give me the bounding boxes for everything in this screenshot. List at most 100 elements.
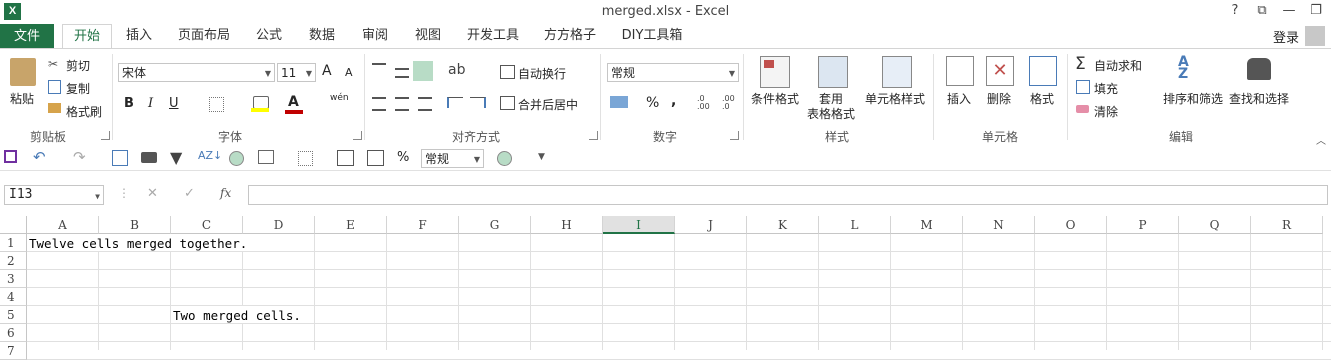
qa-format-icon[interactable] — [367, 150, 384, 166]
find-select-button[interactable]: 查找和选择 — [1226, 90, 1292, 107]
tab-developer[interactable]: 开发工具 — [460, 24, 526, 48]
filter-icon[interactable]: ▼ — [170, 148, 182, 167]
decrease-indent-icon[interactable] — [447, 97, 463, 108]
column-header-e[interactable]: E — [315, 216, 387, 234]
tab-diy-toolbox[interactable]: DIY工具箱 — [617, 24, 687, 48]
column-header-j[interactable]: J — [675, 216, 747, 234]
qa-fill-color-icon[interactable] — [258, 150, 274, 164]
insert-cells-button[interactable]: 插入 — [940, 90, 978, 107]
shrink-font-button[interactable]: A — [345, 66, 353, 79]
tab-data[interactable]: 数据 — [301, 24, 343, 48]
formula-input[interactable] — [248, 185, 1328, 205]
align-bottom-icon[interactable] — [413, 61, 433, 81]
undo-icon[interactable]: ↶ — [33, 148, 46, 166]
alignment-launcher-icon[interactable] — [589, 131, 598, 140]
qa-circle-icon[interactable] — [497, 151, 512, 166]
percent-button[interactable]: % — [646, 95, 659, 111]
row-header-2[interactable]: 2 — [0, 252, 27, 270]
tab-review[interactable]: 审阅 — [354, 24, 396, 48]
tab-home[interactable]: 开始 — [62, 24, 112, 50]
format-cells-button[interactable]: 格式 — [1023, 90, 1061, 107]
fill-button[interactable]: 填充 — [1094, 80, 1118, 97]
column-header-o[interactable]: O — [1035, 216, 1107, 234]
cell-a1-merged[interactable]: Twelve cells merged together. — [29, 235, 247, 253]
row-header-1[interactable]: 1 — [0, 234, 27, 252]
sort-filter-button[interactable]: 排序和筛选 — [1160, 90, 1226, 107]
tab-page-layout[interactable]: 页面布局 — [172, 24, 236, 48]
column-header-p[interactable]: P — [1107, 216, 1179, 234]
decrease-decimal-icon[interactable]: .00.0 — [722, 95, 735, 111]
phonetic-button[interactable]: wén — [330, 93, 349, 103]
row-header-3[interactable]: 3 — [0, 270, 27, 288]
format-painter-button[interactable]: 格式刷 — [66, 103, 102, 120]
column-header-h[interactable]: H — [531, 216, 603, 234]
help-button[interactable]: ? — [1225, 2, 1245, 20]
select-all-corner[interactable] — [0, 216, 27, 234]
tab-fangfang[interactable]: 方方格子 — [537, 24, 603, 48]
column-header-b[interactable]: B — [99, 216, 171, 234]
column-header-r[interactable]: R — [1251, 216, 1323, 234]
number-format-combo[interactable]: 常规 ▼ — [607, 63, 739, 82]
column-header-k[interactable]: K — [747, 216, 819, 234]
font-size-combo[interactable]: 11 ▼ — [277, 63, 316, 82]
increase-indent-icon[interactable] — [470, 97, 486, 108]
font-name-combo[interactable]: 宋体 ▼ — [118, 63, 275, 82]
accounting-format-icon[interactable] — [610, 96, 628, 108]
collapse-ribbon-icon[interactable]: ︿ — [1316, 132, 1326, 147]
autosum-button[interactable]: 自动求和 — [1094, 57, 1142, 74]
column-header-n[interactable]: N — [963, 216, 1035, 234]
customize-qat-icon[interactable]: ▼ — [538, 152, 545, 162]
row-header-6[interactable]: 6 — [0, 324, 27, 342]
qa-borders-icon[interactable] — [298, 151, 313, 166]
cell-styles-button[interactable]: 单元格样式 — [862, 90, 928, 107]
grow-font-button[interactable]: A — [322, 63, 332, 79]
sort-icon[interactable]: AZ↓ — [198, 149, 222, 162]
column-header-f[interactable]: F — [387, 216, 459, 234]
minimize-button[interactable]: — — [1279, 2, 1299, 20]
cancel-formula-button[interactable]: ✕ — [147, 186, 158, 201]
font-launcher-icon[interactable] — [353, 131, 362, 140]
column-header-c[interactable]: C — [171, 216, 243, 234]
align-middle-icon[interactable] — [395, 68, 409, 78]
insert-function-button[interactable]: fx — [220, 186, 231, 200]
restore-button[interactable]: ❐ — [1306, 2, 1326, 20]
borders-icon[interactable] — [209, 97, 224, 112]
circle-icon[interactable] — [229, 151, 244, 166]
qa-merge-icon[interactable] — [337, 150, 354, 166]
align-right-icon[interactable] — [418, 97, 432, 111]
tab-formulas[interactable]: 公式 — [248, 24, 290, 48]
column-header-l[interactable]: L — [819, 216, 891, 234]
paste-button[interactable]: 粘贴 — [10, 90, 34, 107]
tab-view[interactable]: 视图 — [407, 24, 449, 48]
merge-center-button[interactable]: 合并后居中 — [518, 96, 578, 113]
comma-button[interactable]: , — [671, 93, 676, 109]
cut-button[interactable]: 剪切 — [66, 57, 90, 74]
italic-button[interactable]: I — [148, 96, 153, 111]
align-left-icon[interactable] — [372, 97, 386, 111]
column-header-i[interactable]: I — [603, 216, 675, 234]
conditional-formatting-button[interactable]: 条件格式 — [748, 90, 802, 107]
qa-percent-button[interactable]: % — [397, 150, 409, 165]
row-header-5[interactable]: 5 — [0, 306, 27, 324]
row-header-7[interactable]: 7 — [0, 342, 27, 360]
quick-print-icon[interactable] — [112, 150, 128, 166]
column-header-q[interactable]: Q — [1179, 216, 1251, 234]
copy-button[interactable]: 复制 — [66, 80, 90, 97]
redo-icon[interactable]: ↷ — [73, 148, 86, 166]
save-icon[interactable] — [4, 150, 17, 163]
number-launcher-icon[interactable] — [730, 131, 739, 140]
name-box[interactable]: I13 ▼ — [4, 185, 104, 205]
tab-file[interactable]: 文件 — [0, 24, 54, 49]
column-header-g[interactable]: G — [459, 216, 531, 234]
font-color-button[interactable]: A — [288, 94, 299, 110]
row-header-4[interactable]: 4 — [0, 288, 27, 306]
column-header-a[interactable]: A — [27, 216, 99, 234]
qa-number-format-combo[interactable]: 常规 ▼ — [421, 149, 484, 168]
enter-formula-button[interactable]: ✓ — [184, 186, 195, 201]
login-link[interactable]: 登录 — [1273, 27, 1299, 46]
tab-insert[interactable]: 插入 — [118, 24, 160, 48]
align-center-icon[interactable] — [395, 97, 409, 111]
underline-button[interactable]: U — [169, 96, 179, 111]
column-header-m[interactable]: M — [891, 216, 963, 234]
delete-cells-button[interactable]: 删除 — [980, 90, 1018, 107]
